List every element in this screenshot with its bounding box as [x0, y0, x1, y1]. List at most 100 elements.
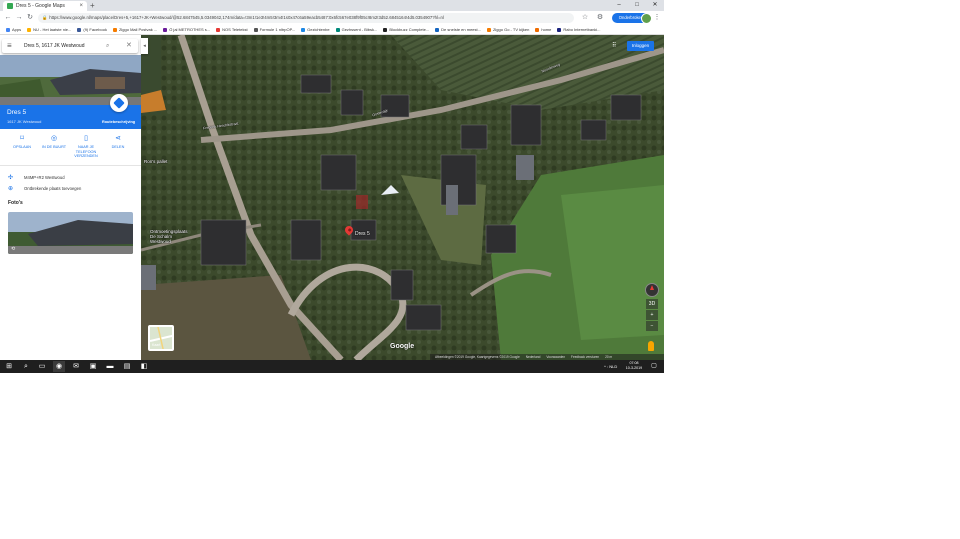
- search-input[interactable]: Dres 5, 1617 JK Westwoud: [24, 39, 85, 53]
- attribution: Afbeeldingen ©2019 Google, Kaartgegevens…: [435, 355, 520, 359]
- save-label: OPSLAAN: [13, 145, 31, 149]
- plus-code-text: M4MP+R2 Westwoud: [24, 175, 65, 180]
- pin-label[interactable]: Dres 5: [355, 231, 370, 237]
- bookmark-favicon-icon: [535, 27, 540, 32]
- label-rons-pallet[interactable]: Ron's pallet: [144, 159, 167, 164]
- zoom-in-button[interactable]: +: [646, 310, 658, 320]
- app-icon[interactable]: ▤: [121, 361, 133, 372]
- layers-preview: [150, 327, 172, 349]
- bookmark-label: Ziggo Mail Postvak ...: [118, 27, 158, 32]
- share-button[interactable]: ⋖ DELEN: [105, 135, 131, 150]
- bookmark-label: home: [541, 27, 552, 32]
- bookmark-label: Gezhssent - Bibsk...: [341, 27, 378, 32]
- directions-label[interactable]: Routebeschrijving: [102, 120, 135, 124]
- bookmark-item[interactable]: Ziggo Go - TV kijken: [486, 25, 530, 34]
- google-logo: Google: [390, 343, 415, 350]
- pegman-icon[interactable]: [648, 341, 654, 351]
- reload-icon[interactable]: ↻: [25, 13, 35, 23]
- bookmarks-bar: Apps NU - Het laatste nie... (9) Facebook Z…: [0, 25, 664, 35]
- sign-in-button[interactable]: Inloggen: [627, 41, 654, 51]
- collapse-panel-button[interactable]: ◂: [141, 38, 148, 54]
- bookmark-item[interactable]: Formule 1 nltrpOP...: [253, 25, 296, 34]
- bookmark-item[interactable]: Ö jal METROTHES s...: [163, 25, 210, 34]
- maps-favicon-icon: [7, 3, 13, 9]
- tab-close-icon[interactable]: ×: [79, 1, 83, 11]
- search-icon[interactable]: ⌕: [106, 39, 109, 53]
- chrome-menu-icon[interactable]: ⋮: [652, 13, 662, 23]
- app2-icon[interactable]: ◧: [138, 361, 150, 372]
- maximize-button[interactable]: □: [628, 0, 646, 11]
- tab-google-maps[interactable]: Dres 5 - Google Maps ×: [3, 1, 87, 11]
- layers-toggle[interactable]: Kaart: [148, 325, 174, 351]
- bookmark-item[interactable]: Ziggo Mail Postvak ...: [112, 25, 158, 34]
- bookmark-favicon-icon: [216, 27, 221, 32]
- menu-icon[interactable]: ≡: [7, 40, 12, 52]
- nearby-button[interactable]: ◎ IN DE BUURT: [41, 135, 67, 150]
- bookmark-item[interactable]: Gezhssent - Bibsk...: [335, 25, 378, 34]
- apps-grid-icon[interactable]: ⠿: [612, 42, 616, 49]
- bookmark-item[interactable]: (9) Facebook: [77, 25, 107, 34]
- divider: [0, 165, 141, 166]
- compass-icon[interactable]: [645, 283, 659, 297]
- file-explorer-icon[interactable]: ▬: [104, 361, 116, 372]
- pin-dot: [346, 227, 352, 233]
- notifications-icon[interactable]: ▢: [648, 361, 660, 372]
- add-missing-place-text: Ontbrekende plaats toevoegen: [24, 186, 82, 191]
- bookmark-item[interactable]: NU - Het laatste nie...: [27, 25, 71, 34]
- search-box[interactable]: ≡ Dres 5, 1617 JK Westwoud ⌕ ✕: [2, 39, 138, 53]
- nearby-label: IN DE BUURT: [41, 145, 67, 149]
- directions-button[interactable]: [110, 94, 128, 112]
- send-to-phone-label: NAAR JE TELEFOON VERZENDEN: [74, 145, 98, 159]
- task-view-icon[interactable]: ▭: [36, 361, 48, 372]
- label-de-schalm[interactable]: Ontmoetingsplaats De Schalm Westwoud: [150, 229, 190, 244]
- bookmark-favicon-icon: [383, 27, 388, 32]
- start-icon[interactable]: ⊞: [3, 361, 15, 372]
- tilt-3d-button[interactable]: 3D: [646, 299, 658, 309]
- store-icon[interactable]: ▣: [87, 361, 99, 372]
- bookmark-favicon-icon: [301, 27, 306, 32]
- bookmark-item[interactable]: home: [535, 25, 551, 34]
- bookmark-star-icon[interactable]: ☆: [580, 13, 590, 23]
- save-button[interactable]: ⌑ OPSLAAN: [9, 135, 35, 150]
- clock[interactable]: 07:08 10-3-2019: [624, 361, 644, 372]
- feedback-link[interactable]: Feedback versturen: [571, 355, 599, 359]
- bookmark-item[interactable]: Rabo Internetbanki...: [557, 25, 601, 34]
- new-tab-button[interactable]: +: [90, 0, 95, 11]
- bookmark-favicon-icon: [335, 27, 340, 32]
- bookmark-label: Formule 1 nltrpOP...: [259, 27, 296, 32]
- minimize-button[interactable]: –: [610, 0, 628, 11]
- extension-icon[interactable]: ⚙: [595, 13, 605, 23]
- terms-link[interactable]: Voorwaarden: [546, 355, 565, 359]
- mail-icon[interactable]: ✉: [70, 361, 82, 372]
- bookmark-label: Ziggo Go - TV kijken: [492, 27, 530, 32]
- profile-avatar[interactable]: [641, 13, 652, 24]
- bookmark-item[interactable]: Blockbuzz Complete...: [383, 25, 429, 34]
- back-icon[interactable]: ←: [3, 13, 13, 23]
- bookmark-favicon-icon: [27, 27, 32, 32]
- bookmark-label: (9) Facebook: [83, 27, 107, 32]
- bookmark-item[interactable]: Gezichtenbe: [301, 25, 330, 34]
- scale-label[interactable]: 20 m: [605, 355, 612, 359]
- place-title: Dres 5: [7, 109, 27, 116]
- close-window-button[interactable]: ✕: [646, 0, 664, 11]
- system-tray[interactable]: ^ ꞉ NLD: [604, 360, 617, 373]
- bookmark-label: Apps: [12, 27, 22, 32]
- chrome-taskbar-icon[interactable]: ◉: [53, 361, 65, 372]
- bookmark-label: Ö jal METROTHES s...: [169, 27, 211, 32]
- bookmark-label: Gezichtenbe: [307, 27, 330, 32]
- send-to-phone-button[interactable]: ▯ NAAR JE TELEFOON VERZENDEN: [73, 135, 99, 159]
- search-taskbar-icon[interactable]: ⌕: [20, 361, 32, 372]
- bookmark-item[interactable]: De snelste en meest...: [435, 25, 481, 34]
- bookmark-item[interactable]: Apps: [6, 25, 21, 34]
- bookmark-favicon-icon: [253, 27, 258, 32]
- address-bar[interactable]: 🔒 https://www.google.nl/maps/place/Dres+…: [38, 13, 574, 23]
- zoom-out-button[interactable]: −: [646, 321, 658, 331]
- tab-title: Dres 5 - Google Maps: [16, 3, 65, 9]
- photo-thumbnail[interactable]: ⟲: [8, 212, 133, 254]
- clear-search-icon[interactable]: ✕: [126, 39, 132, 53]
- country-link[interactable]: Nederland: [526, 355, 541, 359]
- forward-icon[interactable]: →: [14, 13, 24, 23]
- bookmark-item[interactable]: NOS Teletekst: [216, 25, 248, 34]
- clock-date: 10-3-2019: [625, 366, 643, 371]
- satellite-map[interactable]: [141, 35, 664, 360]
